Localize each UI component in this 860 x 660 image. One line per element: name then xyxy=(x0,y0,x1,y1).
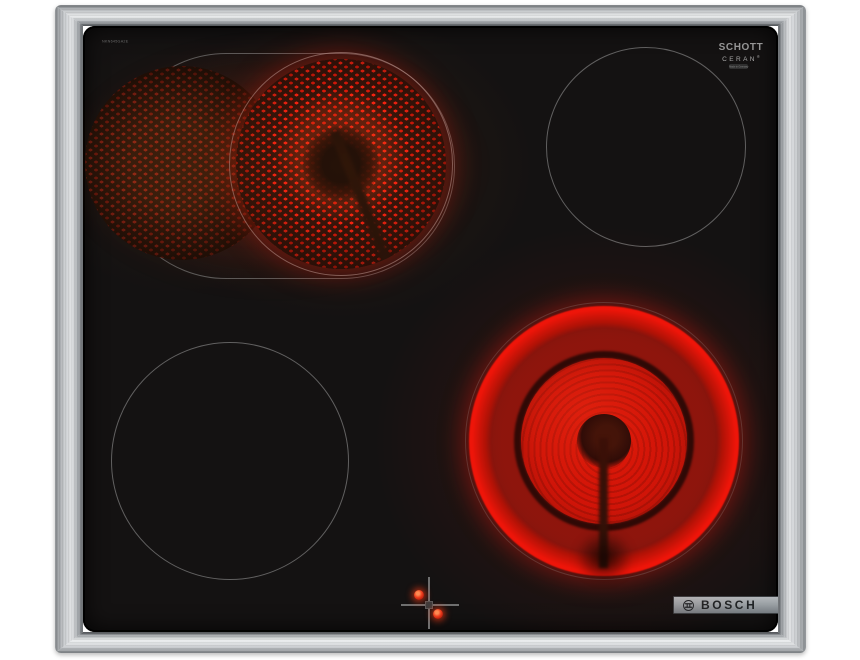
ceramic-glass-surface: NKN645GA2E SCHOTT CERAN® Made in Germany xyxy=(83,26,778,632)
frame-edge-left xyxy=(55,5,83,653)
bottom-right-terminal-shadow xyxy=(575,531,633,583)
model-print: NKN645GA2E xyxy=(102,40,129,44)
frame-edge-bottom xyxy=(55,632,806,653)
registered-mark: ® xyxy=(756,53,760,59)
zone-bottom-left-outline xyxy=(111,342,349,580)
bosch-wordmark: BOSCH xyxy=(701,598,758,612)
schott-logo-line2: CERAN® xyxy=(722,53,760,63)
dual-zone-right-element xyxy=(236,59,446,269)
zone-top-right-outline xyxy=(546,47,746,247)
schott-ceran-logo: SCHOTT CERAN® xyxy=(705,42,777,63)
residual-heat-dot-right xyxy=(433,609,443,619)
bosch-badge: BOSCH xyxy=(673,596,778,614)
frame-edge-top xyxy=(55,5,806,26)
fine-print-text: Made in Germany xyxy=(728,65,749,68)
residual-heat-dot-left xyxy=(414,590,424,600)
frame-edge-right xyxy=(778,5,806,653)
bosch-armature-icon xyxy=(683,599,694,611)
cooktop-steel-frame: NKN645GA2E SCHOTT CERAN® Made in Germany xyxy=(55,5,806,653)
cross-mark-center xyxy=(425,601,433,609)
fine-print-badge: Made in Germany xyxy=(729,64,748,69)
schott-logo-line1: SCHOTT xyxy=(718,42,764,53)
